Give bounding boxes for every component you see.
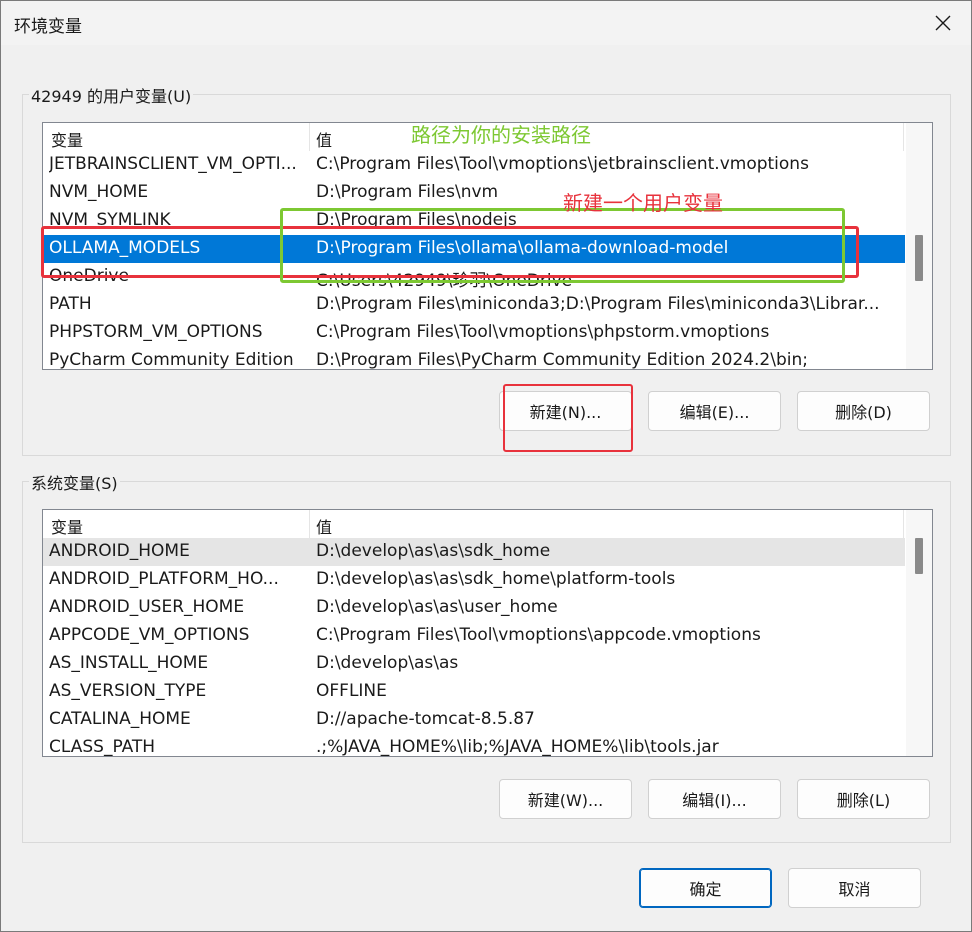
variable-name: CLASS_PATH	[49, 737, 156, 757]
variable-value: C:\Program Files\Tool\vmoptions\phpstorm…	[316, 322, 770, 342]
variable-name: APPCODE_VM_OPTIONS	[49, 625, 250, 645]
column-header-value[interactable]: 值	[316, 514, 332, 538]
variable-name: NVM_SYMLINK	[49, 210, 171, 230]
user-new-button[interactable]: 新建(N)...	[499, 391, 632, 431]
variable-value: C:\Users\42949\珍羽\OneDrive	[316, 271, 573, 291]
column-header-variable[interactable]: 变量	[51, 127, 83, 151]
window-title: 环境变量	[14, 17, 82, 37]
variable-name: PHPSTORM_VM_OPTIONS	[49, 322, 263, 342]
table-row[interactable]: JETBRAINSCLIENT_VM_OPTI... C:\Program Fil…	[43, 151, 905, 179]
column-separator	[903, 510, 904, 538]
table-row[interactable]: ANDROID_HOME D:\develop\as\as\sdk_home	[43, 538, 905, 566]
table-row[interactable]: NVM_HOME D:\Program Files\nvm	[43, 179, 905, 207]
variable-value: D:\Program Files\ollama\ollama-download-…	[316, 238, 729, 258]
table-row[interactable]: APPCODE_VM_OPTIONS C:\Program Files\Tool\…	[43, 622, 905, 650]
table-row[interactable]: PATH D:\Program Files\miniconda3;D:\Progr…	[43, 291, 905, 319]
variable-name: CATALINA_HOME	[49, 709, 191, 729]
variable-value: OFFLINE	[316, 681, 387, 701]
system-edit-button[interactable]: 编辑(I)...	[648, 779, 781, 819]
table-row[interactable]: AS_VERSION_TYPE OFFLINE	[43, 678, 905, 706]
variable-name: JETBRAINSCLIENT_VM_OPTI...	[49, 154, 297, 174]
cancel-button[interactable]: 取消	[788, 868, 921, 908]
user-variables-list[interactable]: 变量 值 JETBRAINSCLIENT_VM_OPTI... C:\Progra…	[42, 122, 933, 370]
user-edit-button[interactable]: 编辑(E)...	[648, 391, 781, 431]
variable-value: D://apache-tomcat-8.5.87	[316, 709, 535, 729]
close-button[interactable]	[929, 9, 957, 37]
environment-variables-dialog: 环境变量 42949 的用户变量(U) 变量 值 JETBRAINSCLIENT…	[0, 0, 972, 932]
system-list-scrollbar[interactable]	[906, 510, 932, 756]
scrollbar-thumb[interactable]	[915, 538, 923, 574]
scrollbar-thumb[interactable]	[915, 235, 923, 281]
variable-name: ANDROID_USER_HOME	[49, 597, 245, 617]
title-bar: 环境变量	[1, 1, 971, 45]
close-icon	[935, 15, 951, 31]
table-row[interactable]: PHPSTORM_VM_OPTIONS C:\Program Files\Tool…	[43, 319, 905, 347]
variable-value: D:\Program Files\nodejs	[316, 210, 517, 230]
variable-name: NVM_HOME	[49, 182, 149, 202]
column-separator	[903, 123, 904, 151]
system-variables-list[interactable]: 变量 值 ANDROID_HOME D:\develop\as\as\sdk_ho…	[42, 509, 933, 757]
variable-value: C:\Program Files\Tool\vmoptions\jetbrain…	[316, 154, 809, 174]
variable-value: C:\Program Files\Tool\vmoptions\appcode.…	[316, 625, 761, 645]
user-list-scrollbar[interactable]	[906, 123, 932, 369]
variable-name: PATH	[49, 294, 92, 314]
column-header-variable[interactable]: 变量	[51, 514, 83, 538]
column-header-value[interactable]: 值	[316, 127, 332, 151]
table-row[interactable]: OLLAMA_MODELS D:\Program Files\ollama\oll…	[43, 235, 905, 263]
user-list-header: 变量 值	[43, 123, 905, 151]
table-row[interactable]: ANDROID_USER_HOME D:\develop\as\as\user_h…	[43, 594, 905, 622]
variable-name: ANDROID_HOME	[49, 541, 190, 561]
variable-name: AS_INSTALL_HOME	[49, 653, 209, 673]
column-separator[interactable]	[309, 123, 310, 151]
user-variables-label: 42949 的用户变量(U)	[29, 83, 194, 107]
variable-value: D:\develop\as\as	[316, 653, 459, 673]
variable-name: ANDROID_PLATFORM_HO...	[49, 569, 279, 589]
table-row[interactable]: NVM_SYMLINK D:\Program Files\nodejs	[43, 207, 905, 235]
system-list-header: 变量 值	[43, 510, 905, 538]
variable-value: D:\develop\as\as\sdk_home\platform-tools	[316, 569, 676, 589]
system-variables-label: 系统变量(S)	[29, 470, 120, 494]
variable-value: D:\develop\as\as\user_home	[316, 597, 558, 617]
table-row[interactable]: CATALINA_HOME D://apache-tomcat-8.5.87	[43, 706, 905, 734]
table-row[interactable]: ANDROID_PLATFORM_HO... D:\develop\as\as\s…	[43, 566, 905, 594]
table-row[interactable]: AS_INSTALL_HOME D:\develop\as\as	[43, 650, 905, 678]
table-row[interactable]: CLASS_PATH .;%JAVA_HOME%\lib;%JAVA_HOME%\…	[43, 734, 905, 757]
table-row[interactable]: OneDrive C:\Users\42949\珍羽\OneDrive	[43, 263, 905, 291]
user-delete-button[interactable]: 删除(D)	[797, 391, 930, 431]
variable-value: D:\Program Files\nvm	[316, 182, 499, 202]
table-row[interactable]: PyCharm Community Edition D:\Program File…	[43, 347, 905, 370]
variable-value: .;%JAVA_HOME%\lib;%JAVA_HOME%\lib\tools.…	[316, 737, 719, 757]
variable-value: D:\Program Files\PyCharm Community Editi…	[316, 350, 808, 370]
variable-value: D:\Program Files\miniconda3;D:\Program F…	[316, 294, 880, 314]
variable-value: D:\develop\as\as\sdk_home	[316, 541, 551, 561]
variable-name: OneDrive	[49, 266, 129, 286]
system-new-button[interactable]: 新建(W)...	[499, 779, 632, 819]
variable-name: AS_VERSION_TYPE	[49, 681, 207, 701]
ok-button[interactable]: 确定	[639, 868, 772, 908]
system-delete-button[interactable]: 删除(L)	[797, 779, 930, 819]
variable-name: PyCharm Community Edition	[49, 350, 294, 370]
variable-name: OLLAMA_MODELS	[49, 238, 201, 258]
column-separator[interactable]	[309, 510, 310, 538]
